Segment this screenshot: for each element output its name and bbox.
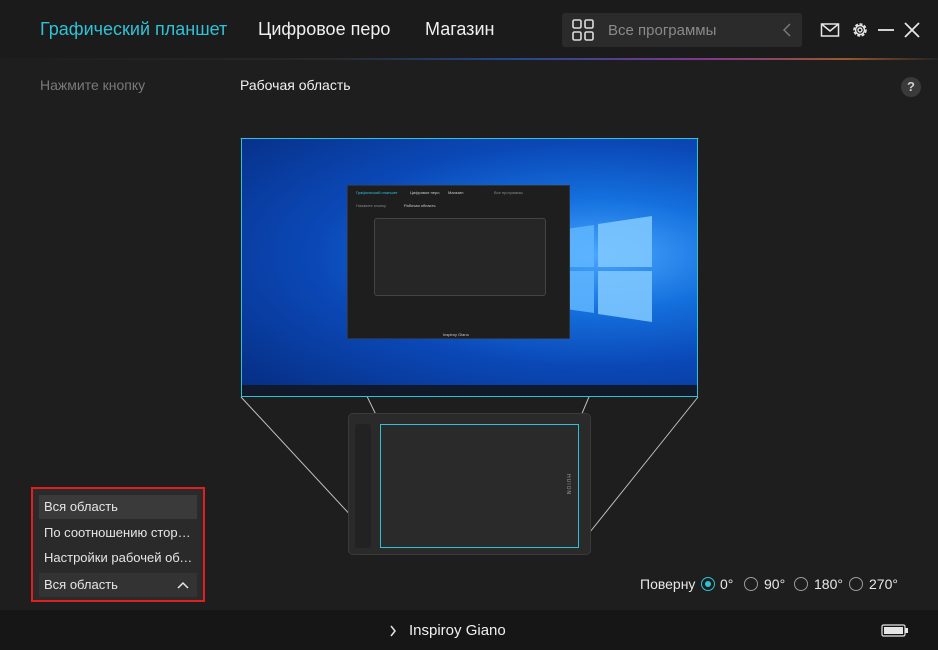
- rotation-270-radio[interactable]: [849, 577, 863, 591]
- press-button-tab[interactable]: Нажмите кнопку: [40, 77, 145, 93]
- battery-icon: [881, 624, 908, 637]
- option-full-area[interactable]: Вся область: [39, 495, 197, 519]
- tab-digital-pen[interactable]: Цифровое перо: [258, 19, 390, 40]
- mini-tab-store: Магазин: [448, 190, 464, 195]
- mapping-select-value: Вся область: [44, 577, 118, 592]
- tablet-preview: HUION: [348, 413, 591, 555]
- rotation-0-label[interactable]: 0°: [720, 576, 733, 592]
- mail-icon[interactable]: [820, 20, 840, 40]
- work-area-tab[interactable]: Рабочая область: [240, 77, 351, 93]
- mini-tab-digital-pen: Цифровое перо: [410, 190, 440, 195]
- rotation-90-label[interactable]: 90°: [764, 576, 785, 592]
- grid-icon: [572, 19, 594, 41]
- mini-tab-graphic-tablet: Графический планшет: [356, 190, 398, 195]
- mini-press-button-label: Нажмите кнопку: [356, 203, 387, 208]
- tablet-button-strip: [355, 424, 371, 548]
- search-placeholder[interactable]: Все программы: [608, 22, 716, 39]
- app-search[interactable]: Все программы: [562, 13, 802, 47]
- tab-graphic-tablet[interactable]: Графический планшет: [40, 19, 227, 40]
- mini-work-area-label: Рабочая область: [404, 203, 436, 208]
- mapping-dropdown: Вся область По соотношению сторон экрана…: [31, 487, 205, 602]
- mapping-select[interactable]: Вся область: [39, 573, 197, 597]
- mini-app-window: Графический планшет Цифровое перо Магази…: [347, 185, 570, 339]
- screen-preview: Графический планшет Цифровое перо Магази…: [241, 138, 698, 397]
- tablet-brand: HUION: [565, 474, 571, 496]
- chevron-up-icon: [177, 581, 189, 589]
- header-divider: [0, 58, 938, 60]
- close-icon[interactable]: [902, 20, 922, 40]
- rotation-label: Поверну: [640, 576, 696, 592]
- top-bar: Графический планшет Цифровое перо Магази…: [0, 0, 938, 60]
- tablet-active-area: [380, 424, 579, 548]
- rotation-180-label[interactable]: 180°: [814, 576, 843, 592]
- device-name[interactable]: Inspiroy Giano: [409, 622, 506, 639]
- option-custom-area[interactable]: Настройки рабочей области: [39, 546, 197, 570]
- rotation-0-radio[interactable]: [701, 577, 715, 591]
- tab-store[interactable]: Магазин: [425, 19, 494, 40]
- mini-search-placeholder: Все программы: [494, 190, 523, 195]
- bottom-bar: Inspiroy Giano: [0, 610, 938, 650]
- help-icon[interactable]: ?: [901, 77, 921, 97]
- rotation-90-radio[interactable]: [744, 577, 758, 591]
- gear-icon[interactable]: [850, 20, 870, 40]
- chevron-left-icon[interactable]: [782, 22, 792, 38]
- rotation-180-radio[interactable]: [794, 577, 808, 591]
- mini-device-name: Inspiroy Giano: [443, 332, 469, 337]
- rotation-270-label[interactable]: 270°: [869, 576, 898, 592]
- chevron-right-icon[interactable]: [389, 625, 397, 637]
- option-screen-ratio[interactable]: По соотношению сторон экрана: [39, 521, 197, 545]
- mini-tablet: [374, 218, 546, 296]
- taskbar: [242, 385, 697, 396]
- minimize-icon[interactable]: [876, 20, 896, 40]
